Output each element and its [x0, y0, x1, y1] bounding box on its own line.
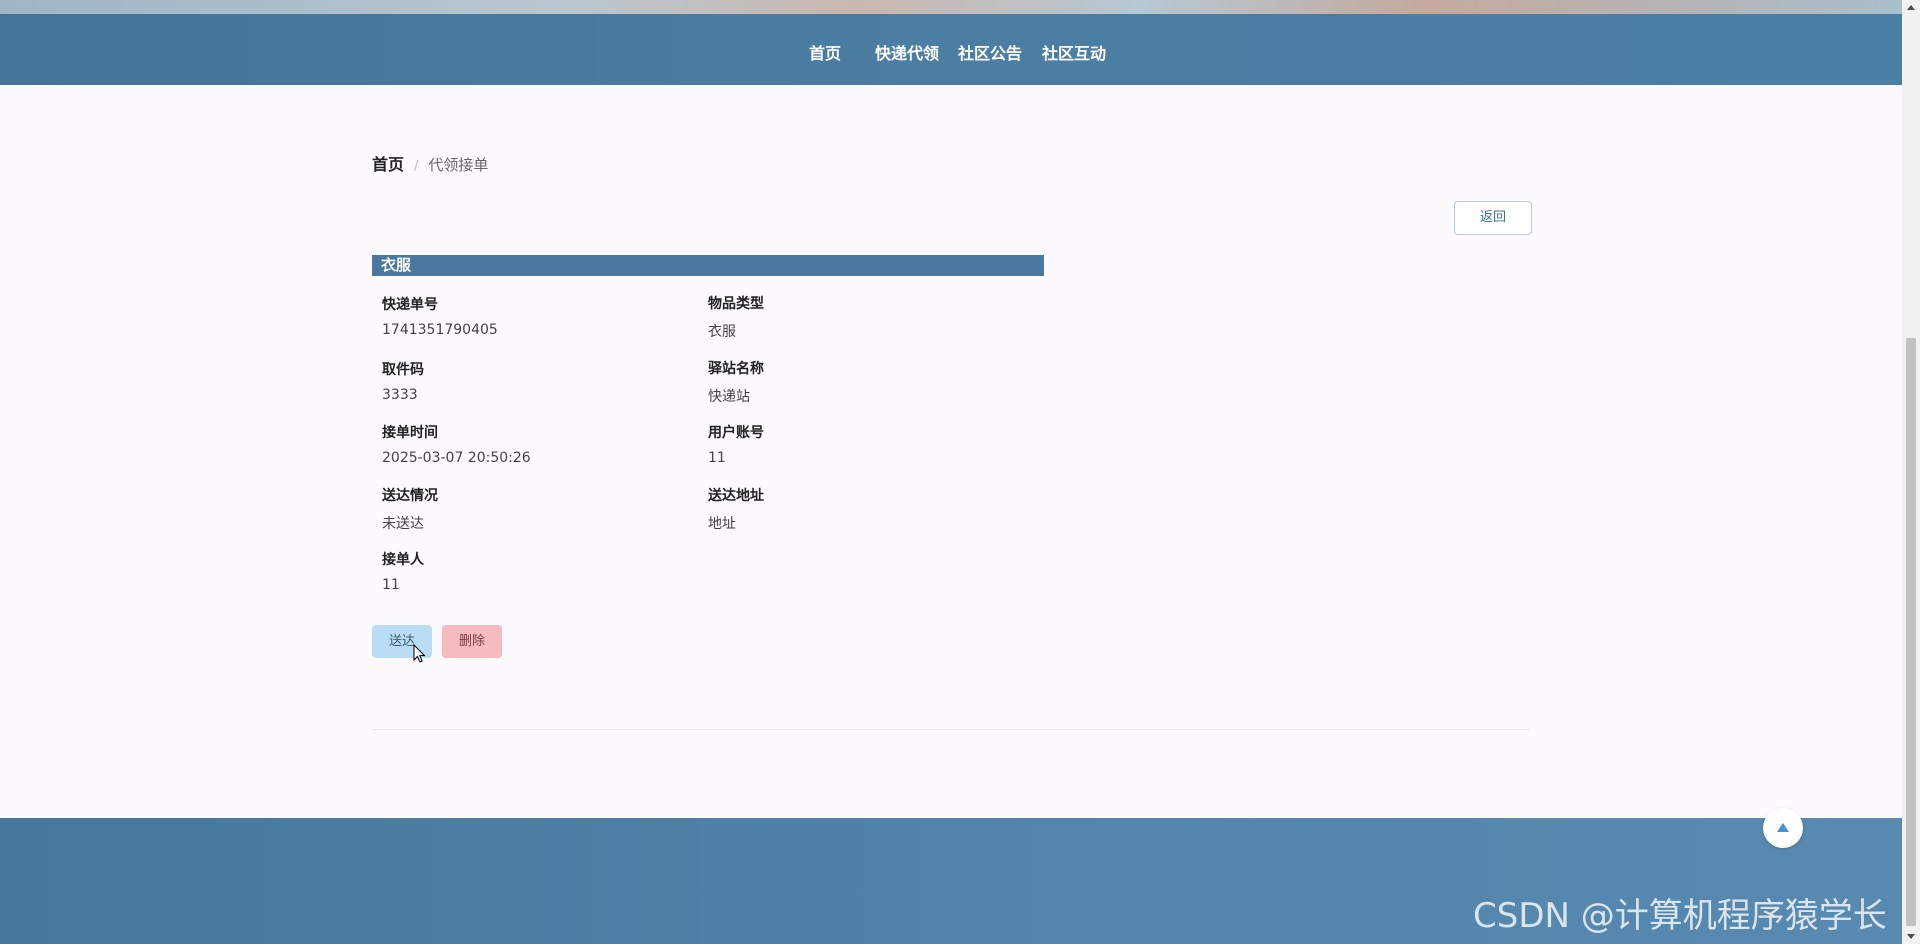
field-item-type: 物品类型 衣服: [708, 293, 764, 341]
nav-express-pickup[interactable]: 快递代领: [875, 40, 939, 64]
field-delivery-address: 送达地址 地址: [708, 485, 764, 533]
field-value: 11: [382, 577, 400, 593]
scroll-down-arrow-icon[interactable]: [1902, 928, 1920, 944]
field-value: 1741351790405: [382, 322, 498, 338]
field-value: 3333: [382, 387, 418, 403]
breadcrumb: 首页 / 代领接单: [372, 151, 488, 175]
field-courier: 接单人 11: [382, 549, 424, 593]
header-banner-image: [0, 0, 1902, 14]
field-value: 快递站: [708, 389, 750, 405]
back-button[interactable]: 返回: [1454, 201, 1532, 235]
scrollbar-thumb[interactable]: [1906, 338, 1916, 926]
nav-community-notice[interactable]: 社区公告: [958, 40, 1022, 64]
field-label: 驿站名称: [708, 361, 764, 377]
field-label: 取件码: [382, 362, 424, 378]
field-label: 物品类型: [708, 296, 764, 312]
field-value: 地址: [708, 516, 736, 532]
mouse-cursor-icon: [413, 644, 426, 663]
nav-home[interactable]: 首页: [809, 40, 841, 64]
field-delivery-status: 送达情况 未送达: [382, 485, 438, 533]
back-to-top-button[interactable]: [1763, 808, 1803, 848]
delete-button[interactable]: 删除: [442, 625, 502, 658]
field-pickup-code: 取件码 3333: [382, 359, 424, 403]
nav-community-forum[interactable]: 社区互动: [1042, 40, 1106, 64]
field-label: 接单人: [382, 552, 424, 568]
top-navbar: 首页 快递代领 社区公告 社区互动: [0, 14, 1902, 85]
field-label: 送达地址: [708, 488, 764, 504]
field-label: 用户账号: [708, 425, 764, 441]
vertical-scrollbar[interactable]: [1902, 0, 1920, 944]
field-user-account: 用户账号 11: [708, 422, 764, 466]
field-value: 衣服: [708, 324, 736, 340]
breadcrumb-current: 代领接单: [428, 156, 489, 174]
field-value: 11: [708, 450, 726, 466]
content-divider: [372, 729, 1530, 730]
field-label: 快递单号: [382, 297, 438, 313]
field-station-name: 驿站名称 快递站: [708, 358, 764, 406]
field-label: 送达情况: [382, 488, 438, 504]
field-value: 2025-03-07 20:50:26: [382, 450, 531, 466]
watermark-text: CSDN @计算机程序猿学长: [1473, 896, 1887, 936]
field-tracking-number: 快递单号 1741351790405: [382, 294, 498, 338]
field-value: 未送达: [382, 516, 424, 532]
field-order-time: 接单时间 2025-03-07 20:50:26: [382, 422, 531, 466]
arrow-up-icon: [1777, 823, 1789, 832]
field-label: 接单时间: [382, 425, 438, 441]
scroll-up-arrow-icon[interactable]: [1902, 0, 1920, 16]
breadcrumb-home[interactable]: 首页: [372, 155, 404, 174]
breadcrumb-separator: /: [414, 159, 419, 174]
section-title: 衣服: [372, 255, 1044, 276]
